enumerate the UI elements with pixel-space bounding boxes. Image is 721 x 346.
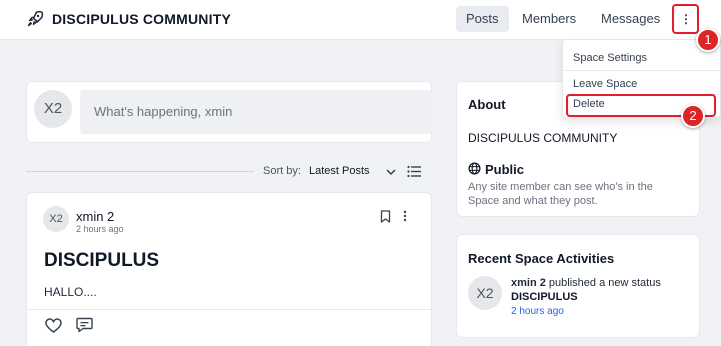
post-timestamp[interactable]: 2 hours ago xyxy=(76,224,124,234)
step-badge: 2 xyxy=(681,104,705,128)
post-author[interactable]: xmin 2 xyxy=(76,209,114,224)
post-more-icon[interactable] xyxy=(402,210,408,222)
privacy-label: Public xyxy=(485,162,525,177)
post-title: DISCIPULUS xyxy=(44,250,160,271)
sort-label: Sort by: xyxy=(263,165,301,177)
post-body: HALLO.... xyxy=(44,285,97,299)
menu-item-leave-space[interactable]: Leave Space xyxy=(573,78,637,90)
activity-user[interactable]: xmin 2 xyxy=(511,277,546,289)
avatar[interactable]: X2 xyxy=(43,206,69,232)
tab-members[interactable]: Members xyxy=(512,6,586,32)
tab-messages[interactable]: Messages xyxy=(591,6,670,32)
divider xyxy=(26,171,254,172)
sort-select[interactable]: Latest Posts xyxy=(309,165,370,177)
activity-timestamp[interactable]: 2 hours ago xyxy=(511,306,564,317)
top-header: DISCIPULUS COMMUNITY Posts Members Messa… xyxy=(0,0,721,40)
about-space-name: DISCIPULUS COMMUNITY xyxy=(468,131,618,145)
activity-action: published a new status xyxy=(545,277,661,289)
privacy-description: Any site member can see who's in the xyxy=(468,181,653,193)
rocket-icon xyxy=(27,10,44,27)
activities-title: Recent Space Activities xyxy=(468,251,615,266)
menu-item-delete[interactable]: Delete xyxy=(573,98,605,110)
comment-icon[interactable] xyxy=(76,317,93,333)
list-view-icon[interactable] xyxy=(407,165,421,178)
divider xyxy=(27,309,432,310)
step-badge: 1 xyxy=(696,28,720,52)
chevron-down-icon[interactable] xyxy=(385,166,397,178)
composer-input[interactable]: What's happening, xmin xyxy=(80,90,432,134)
avatar[interactable]: X2 xyxy=(34,90,72,128)
globe-icon xyxy=(468,162,481,175)
menu-item-space-settings[interactable]: Space Settings xyxy=(573,52,647,64)
more-options-button[interactable]: ⋮ xyxy=(676,9,696,29)
about-title: About xyxy=(468,97,506,112)
space-title[interactable]: DISCIPULUS COMMUNITY xyxy=(52,11,231,27)
privacy-description: Space and what they post. xyxy=(468,195,598,207)
heart-icon[interactable] xyxy=(45,318,62,333)
tab-posts[interactable]: Posts xyxy=(456,6,509,32)
activity-subject[interactable]: DISCIPULUS xyxy=(511,291,578,303)
avatar[interactable]: X2 xyxy=(468,276,502,310)
divider xyxy=(564,70,719,71)
activity-item: xmin 2 published a new status xyxy=(511,277,661,289)
bookmark-icon[interactable] xyxy=(380,210,391,223)
divider xyxy=(564,94,719,95)
